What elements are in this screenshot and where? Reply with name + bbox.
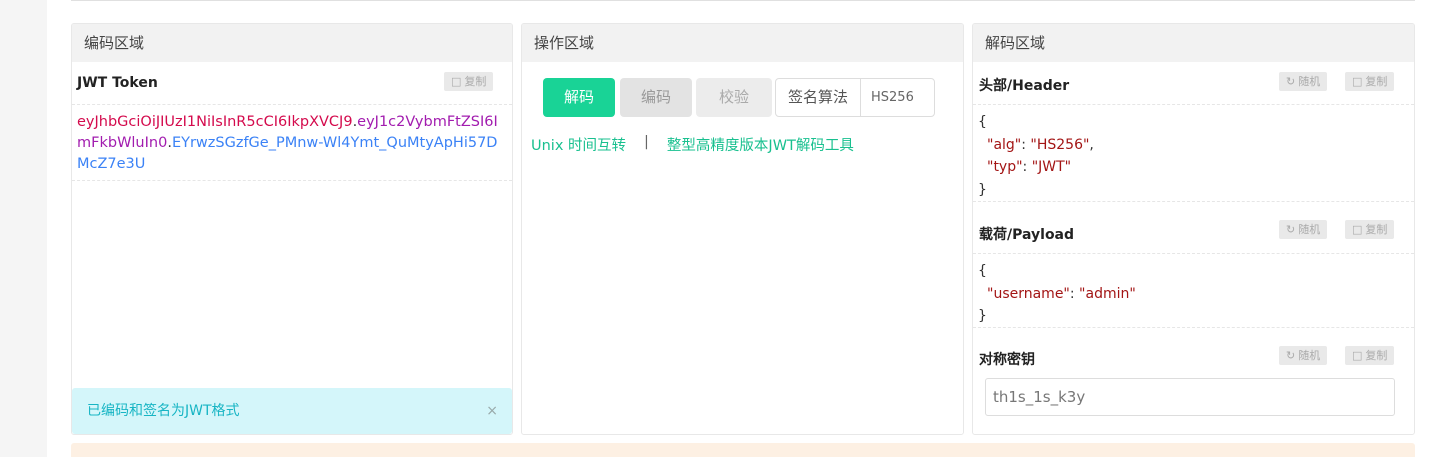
random-label: 随机: [1298, 349, 1321, 362]
copy-label: 复制: [1365, 223, 1388, 236]
unix-time-link[interactable]: Unix 时间互转: [531, 134, 626, 155]
jwt-token-label: JWT Token: [77, 75, 158, 91]
refresh-icon: ↻: [1286, 75, 1296, 88]
encode-button[interactable]: 编码: [620, 78, 692, 117]
copy-secret-button[interactable]: □ 复制: [1345, 346, 1395, 365]
algorithm-value[interactable]: HS256: [861, 79, 914, 116]
payload-json-editor[interactable]: { "username": "admin" }: [973, 253, 1414, 328]
copy-token-button[interactable]: □ 复制: [444, 72, 494, 91]
secret-key-input[interactable]: th1s_1s_k3y: [985, 378, 1395, 416]
json-brace: }: [978, 308, 987, 324]
close-icon[interactable]: ×: [486, 388, 498, 434]
random-label: 随机: [1298, 75, 1321, 88]
tool-links: Unix 时间互转 | 整型高精度版本JWT解码工具: [531, 134, 854, 155]
token-header-part: eyJhbGciOiJIUzI1NiIsInR5cCI6IkpXVCJ9: [77, 114, 353, 130]
decode-button[interactable]: 解码: [543, 78, 615, 117]
secret-title: 对称密钥: [979, 352, 1035, 368]
json-line: "alg": "HS256",: [987, 136, 1094, 153]
copy-payload-button[interactable]: □ 复制: [1345, 220, 1395, 239]
alert-message: 已编码和签名为JWT格式: [87, 403, 240, 419]
payload-title: 载荷/Payload: [979, 227, 1075, 243]
verify-button[interactable]: 校验: [696, 78, 772, 117]
json-value: "admin": [1079, 285, 1136, 302]
random-secret-button[interactable]: ↻ 随机: [1279, 346, 1328, 365]
random-header-button[interactable]: ↻ 随机: [1279, 72, 1328, 91]
json-key: "username": [987, 285, 1070, 302]
copy-header-button[interactable]: □ 复制: [1345, 72, 1395, 91]
operation-panel-title: 操作区域: [522, 24, 963, 62]
link-separator: |: [644, 134, 649, 150]
json-key: "alg": [987, 136, 1022, 153]
refresh-icon: ↻: [1286, 223, 1296, 236]
json-brace: {: [978, 114, 987, 130]
operation-panel: 操作区域 解码 编码 校验 签名算法 HS256 Unix 时间互转 | 整型高…: [521, 23, 964, 435]
divider: [71, 0, 1415, 1]
random-label: 随机: [1298, 223, 1321, 236]
copy-label: 复制: [1365, 349, 1388, 362]
header-json-editor[interactable]: { "alg": "HS256", "typ": "JWT" }: [973, 104, 1414, 202]
copy-label: 复制: [1365, 75, 1388, 88]
clipboard-icon: □: [1352, 223, 1363, 236]
clipboard-icon: □: [451, 75, 462, 88]
json-value: "JWT": [1031, 159, 1072, 175]
json-line: "typ": "JWT": [987, 159, 1072, 175]
status-alert: 已编码和签名为JWT格式 ×: [72, 388, 512, 434]
clipboard-icon: □: [1352, 75, 1363, 88]
json-key: "typ": [987, 159, 1023, 175]
jwt-token-input[interactable]: eyJhbGciOiJIUzI1NiIsInR5cCI6IkpXVCJ9.eyJ…: [72, 104, 512, 181]
json-brace: {: [978, 263, 987, 279]
page: 编码区域 JWT Token □ 复制 eyJhbGciOiJIUzI1NiIs…: [47, 0, 1441, 457]
header-title: 头部/Header: [979, 78, 1070, 94]
algorithm-select[interactable]: 签名算法 HS256: [775, 78, 935, 117]
json-value: "HS256": [1030, 136, 1090, 153]
algorithm-label: 签名算法: [776, 79, 861, 116]
bigint-jwt-link[interactable]: 整型高精度版本JWT解码工具: [667, 134, 854, 155]
decode-panel: 解码区域 头部/Header ↻ 随机 □ 复制 { "alg": "HS256…: [972, 23, 1415, 435]
decode-panel-title: 解码区域: [973, 24, 1414, 62]
clipboard-icon: □: [1352, 349, 1363, 362]
copy-token-label: 复制: [464, 75, 487, 88]
json-line: "username": "admin": [987, 285, 1136, 302]
encode-panel-title: 编码区域: [72, 24, 512, 62]
encode-panel: 编码区域 JWT Token □ 复制 eyJhbGciOiJIUzI1NiIs…: [71, 23, 513, 435]
random-payload-button[interactable]: ↻ 随机: [1279, 220, 1328, 239]
refresh-icon: ↻: [1286, 349, 1296, 362]
bottom-notice-bar: [71, 443, 1415, 457]
json-brace: }: [978, 181, 987, 198]
